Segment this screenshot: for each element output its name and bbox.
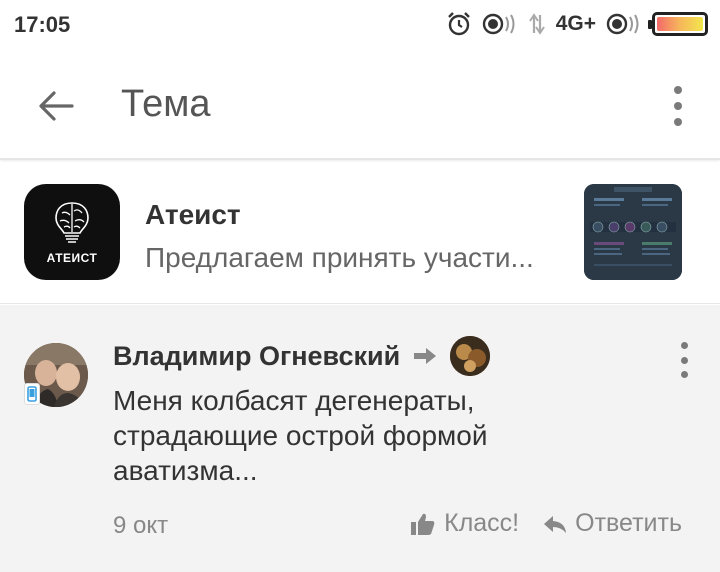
topic-thumbnail[interactable] (584, 184, 682, 280)
group-avatar[interactable] (450, 336, 491, 376)
comment-line: аватизма... (113, 455, 258, 486)
reply-icon (544, 515, 567, 533)
battery-level (657, 17, 703, 31)
author-name[interactable]: Владимир Огневский (113, 341, 400, 372)
reply-label: Ответить (575, 509, 682, 537)
toolbar: Тема (0, 50, 720, 160)
signal-icon (528, 12, 546, 36)
comment-more-icon[interactable] (679, 342, 689, 378)
more-vertical-icon[interactable] (666, 80, 690, 132)
comment-date: 9 окт (113, 512, 169, 539)
like-label: Класс! (444, 509, 520, 537)
comment-line: страдающие острой формой (113, 420, 488, 451)
infographic-thumbnail (584, 184, 682, 280)
alarm-icon (446, 11, 472, 37)
comment-text: Меня колбасят дегенераты, страдающие ост… (113, 383, 553, 488)
comment-line: Меня колбасят дегенераты, (113, 385, 475, 416)
brain-lightbulb-icon (55, 202, 89, 243)
reply-button[interactable]: Ответить (543, 509, 682, 538)
arrow-left-icon (39, 91, 74, 121)
status-time: 17:05 (14, 12, 71, 37)
battery-icon (648, 12, 708, 36)
thumbs-up-icon (411, 513, 435, 535)
group-avatar-image (450, 336, 491, 376)
page-title: Тема (121, 83, 211, 125)
like-button[interactable]: Класс! (410, 509, 519, 538)
status-icons: 4G+ (446, 10, 708, 38)
status-bar: 17:05 4G+ (0, 0, 720, 50)
vibrate-icon-2 (606, 12, 642, 36)
topic-preview[interactable]: Предлагаем принять участи... (145, 242, 560, 274)
mobile-device-icon (24, 383, 40, 405)
author-row: Владимир Огневский (113, 336, 491, 376)
network-label: 4G+ (555, 12, 596, 35)
topic-group-name[interactable]: Атеист (145, 199, 241, 231)
vibrate-icon (482, 12, 518, 36)
topic-card[interactable]: АТЕИСТ Атеист Предлагаем принять участи.… (0, 162, 720, 304)
arrow-right-icon (412, 346, 438, 366)
group-logo-text: АТЕИСТ (46, 251, 98, 265)
comment-actions: Класс! Ответить (410, 509, 682, 538)
back-button[interactable] (28, 78, 84, 134)
comment: Владимир Огневский Меня колбасят дегенер… (0, 305, 720, 572)
group-logo[interactable]: АТЕИСТ (24, 184, 120, 280)
